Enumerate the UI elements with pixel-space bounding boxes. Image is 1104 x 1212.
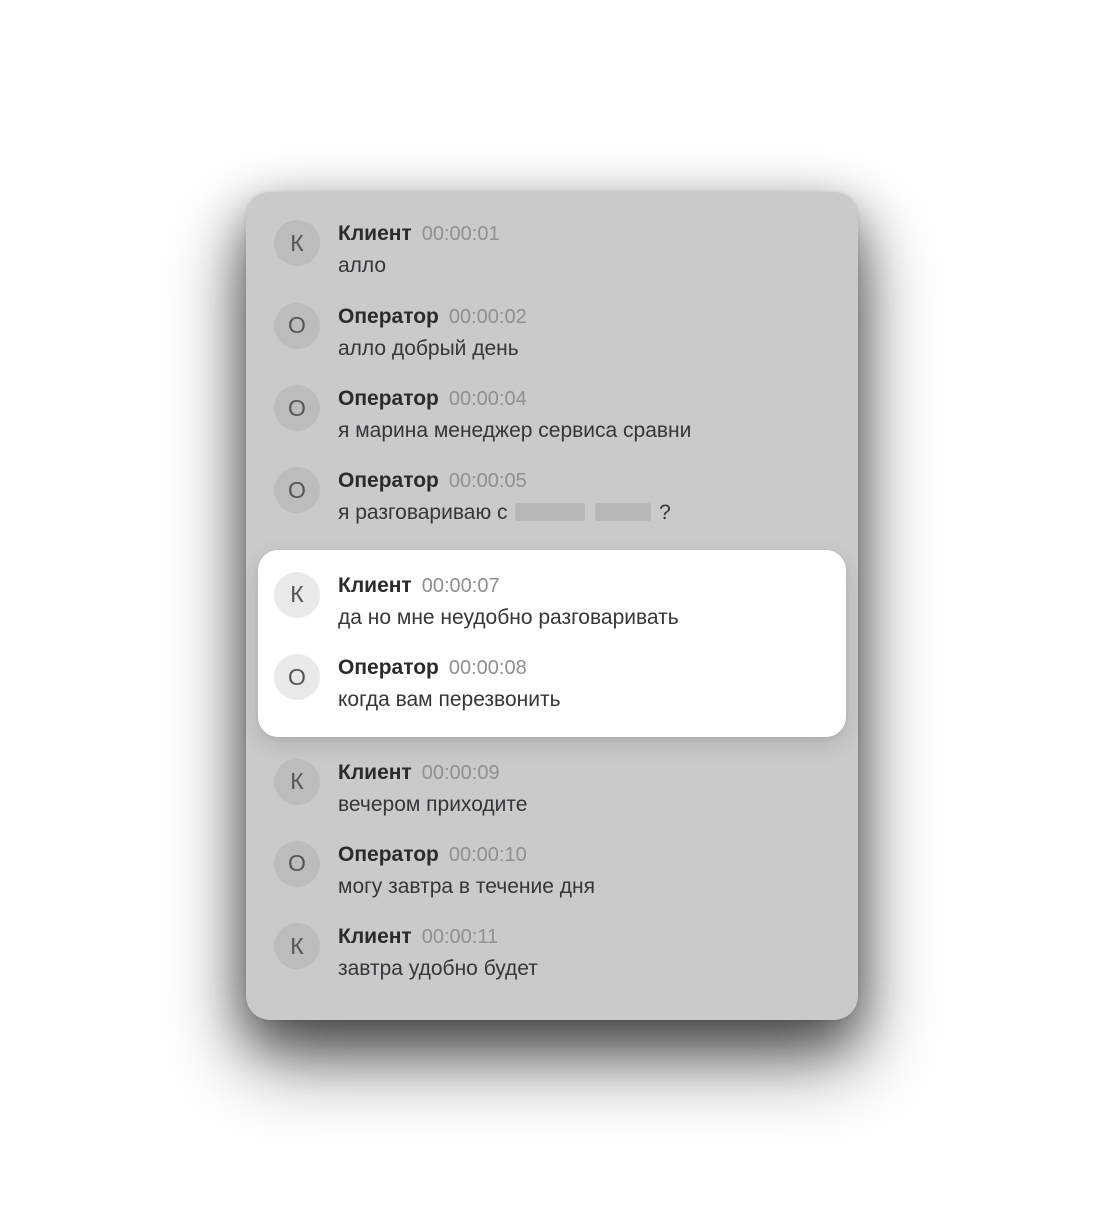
timestamp: 00:00:05 (449, 470, 527, 493)
message-text: да но мне неудобно разговаривать (338, 604, 679, 632)
avatar: О (274, 654, 320, 700)
message-text: я разговариваю с ? (338, 499, 671, 527)
message-body: Оператор 00:00:04 я марина менеджер серв… (338, 385, 691, 445)
message-list: К Клиент 00:00:01 алло О Оператор 00:00:… (246, 220, 858, 983)
timestamp: 00:00:02 (449, 306, 527, 329)
message-text-prefix: я разговариваю с (338, 501, 513, 524)
message-text: завтра удобно будет (338, 955, 538, 983)
message-text: могу завтра в течение дня (338, 873, 595, 901)
avatar: К (274, 923, 320, 969)
message-text: я марина менеджер сервиса сравни (338, 417, 691, 445)
avatar: О (274, 841, 320, 887)
redacted-chip (595, 503, 651, 521)
message-row[interactable]: К Клиент 00:00:01 алло (246, 220, 858, 280)
timestamp: 00:00:07 (422, 575, 500, 598)
transcript-panel: К Клиент 00:00:01 алло О Оператор 00:00:… (246, 192, 858, 1019)
sender-label: Клиент (338, 574, 412, 598)
avatar: О (274, 467, 320, 513)
message-text-suffix: ? (659, 501, 671, 524)
message-text: алло добрый день (338, 335, 527, 363)
message-body: Клиент 00:00:09 вечером приходите (338, 759, 527, 819)
timestamp: 00:00:08 (449, 657, 527, 680)
message-text: когда вам перезвонить (338, 686, 561, 714)
sender-label: Оператор (338, 469, 439, 493)
timestamp: 00:00:01 (422, 223, 500, 246)
message-body: Оператор 00:00:05 я разговариваю с ? (338, 467, 671, 527)
timestamp: 00:00:11 (422, 926, 498, 949)
message-body: Клиент 00:00:11 завтра удобно будет (338, 923, 538, 983)
message-body: Оператор 00:00:02 алло добрый день (338, 303, 527, 363)
message-row[interactable]: О Оператор 00:00:08 когда вам перезвонит… (258, 654, 846, 714)
message-text: алло (338, 252, 500, 280)
sender-label: Клиент (338, 761, 412, 785)
sender-label: Оператор (338, 305, 439, 329)
redacted-chip (515, 503, 585, 521)
message-row[interactable]: О Оператор 00:00:10 могу завтра в течени… (246, 841, 858, 901)
sender-label: Оператор (338, 656, 439, 680)
avatar: К (274, 572, 320, 618)
sender-label: Оператор (338, 387, 439, 411)
message-text: вечером приходите (338, 791, 527, 819)
message-row[interactable]: О Оператор 00:00:02 алло добрый день (246, 303, 858, 363)
message-body: Оператор 00:00:10 могу завтра в течение … (338, 841, 595, 901)
sender-label: Оператор (338, 843, 439, 867)
highlighted-segment: К Клиент 00:00:07 да но мне неудобно раз… (258, 550, 846, 737)
message-body: Оператор 00:00:08 когда вам перезвонить (338, 654, 561, 714)
timestamp: 00:00:10 (449, 844, 527, 867)
message-row[interactable]: К Клиент 00:00:07 да но мне неудобно раз… (258, 572, 846, 632)
avatar: К (274, 759, 320, 805)
message-row[interactable]: О Оператор 00:00:05 я разговариваю с ? (246, 467, 858, 527)
message-row[interactable]: К Клиент 00:00:09 вечером приходите (246, 759, 858, 819)
message-body: Клиент 00:00:07 да но мне неудобно разго… (338, 572, 679, 632)
avatar: О (274, 385, 320, 431)
avatar: К (274, 220, 320, 266)
avatar: О (274, 303, 320, 349)
message-row[interactable]: О Оператор 00:00:04 я марина менеджер се… (246, 385, 858, 445)
sender-label: Клиент (338, 222, 412, 246)
timestamp: 00:00:04 (449, 388, 527, 411)
timestamp: 00:00:09 (422, 762, 500, 785)
message-body: Клиент 00:00:01 алло (338, 220, 500, 280)
message-row[interactable]: К Клиент 00:00:11 завтра удобно будет (246, 923, 858, 983)
sender-label: Клиент (338, 925, 412, 949)
